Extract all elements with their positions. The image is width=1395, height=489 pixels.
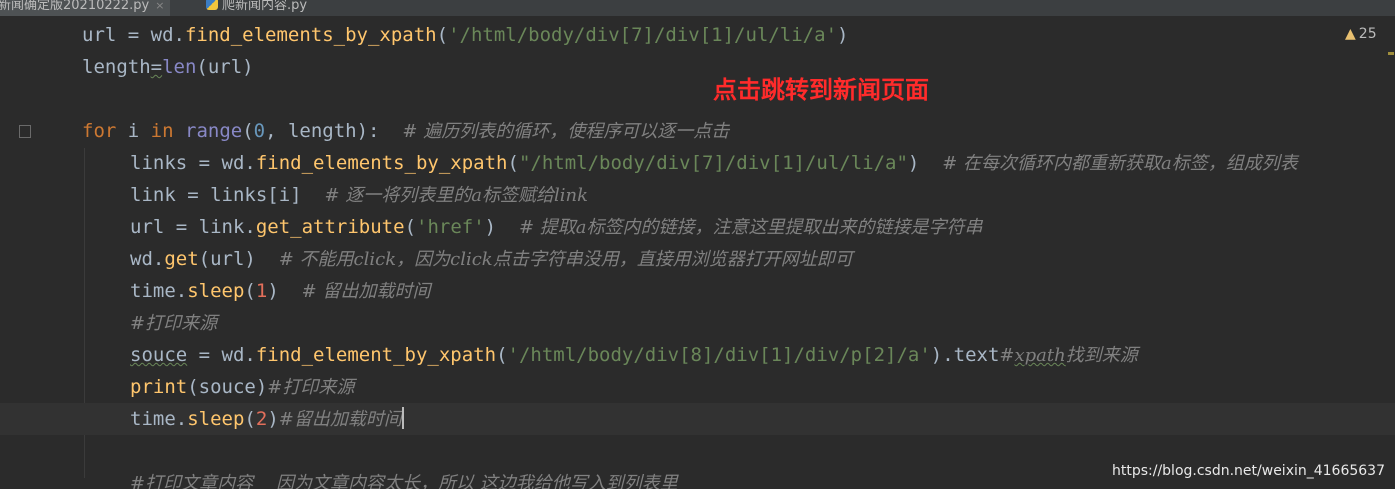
tab-label: 新闻确定版20210222.py — [0, 0, 150, 13]
python-file-icon — [206, 0, 218, 10]
code-line-7[interactable]: wd.get(url) # 不能用click，因为click点击字符串没用，直接… — [130, 243, 853, 275]
warning-count: 25 — [1358, 26, 1377, 42]
inspection-widget[interactable]: ▲ 25 — [1345, 26, 1377, 42]
code-line-10[interactable]: souce = wd.find_element_by_xpath('/html/… — [130, 339, 1138, 371]
code-line-5[interactable]: link = links[i] # 逐一将列表里的a标签赋给link — [130, 179, 588, 211]
code-line-12[interactable]: time.sleep(2)#留出加载时间 — [0, 403, 1395, 435]
code-line-4[interactable]: links = wd.find_elements_by_xpath("/html… — [130, 147, 1298, 179]
close-icon[interactable]: × — [155, 0, 164, 12]
code-line-2[interactable]: length=len(url) — [82, 51, 254, 83]
code-line-14[interactable]: #打印文章内容 因为文章内容太长，所以 这边我给他写入到列表里 — [130, 467, 678, 489]
code-line-11[interactable]: print(souce)#打印来源 — [130, 371, 354, 403]
watermark: https://blog.csdn.net/weixin_41665637 — [1111, 463, 1385, 479]
code-line-3[interactable]: for i in range(0, length): # 遍历列表的循环，使程序… — [82, 115, 729, 147]
code-line-6[interactable]: url = link.get_attribute('href') # 提取a标签… — [130, 211, 983, 243]
code-line-1[interactable]: url = wd.find_elements_by_xpath('/html/b… — [82, 19, 848, 51]
text-caret — [401, 407, 404, 429]
annotation-text: 点击跳转到新闻页面 — [713, 76, 929, 104]
code-line-9[interactable]: #打印来源 — [130, 307, 217, 339]
tab-crawl-news-content[interactable]: 爬新闻内容.py — [200, 0, 313, 16]
scrollbar-warning-marker[interactable] — [1388, 52, 1394, 55]
tab-label: 爬新闻内容.py — [222, 0, 308, 13]
code-line-8[interactable]: time.sleep(1) # 留出加载时间 — [130, 275, 430, 307]
fold-toggle-icon[interactable] — [19, 125, 31, 138]
editor-tab-bar: 新闻确定版20210222.py × 爬新闻内容.py — [0, 0, 1395, 16]
tab-news-final[interactable]: 新闻确定版20210222.py × — [0, 0, 171, 16]
warning-icon: ▲ — [1345, 26, 1356, 42]
